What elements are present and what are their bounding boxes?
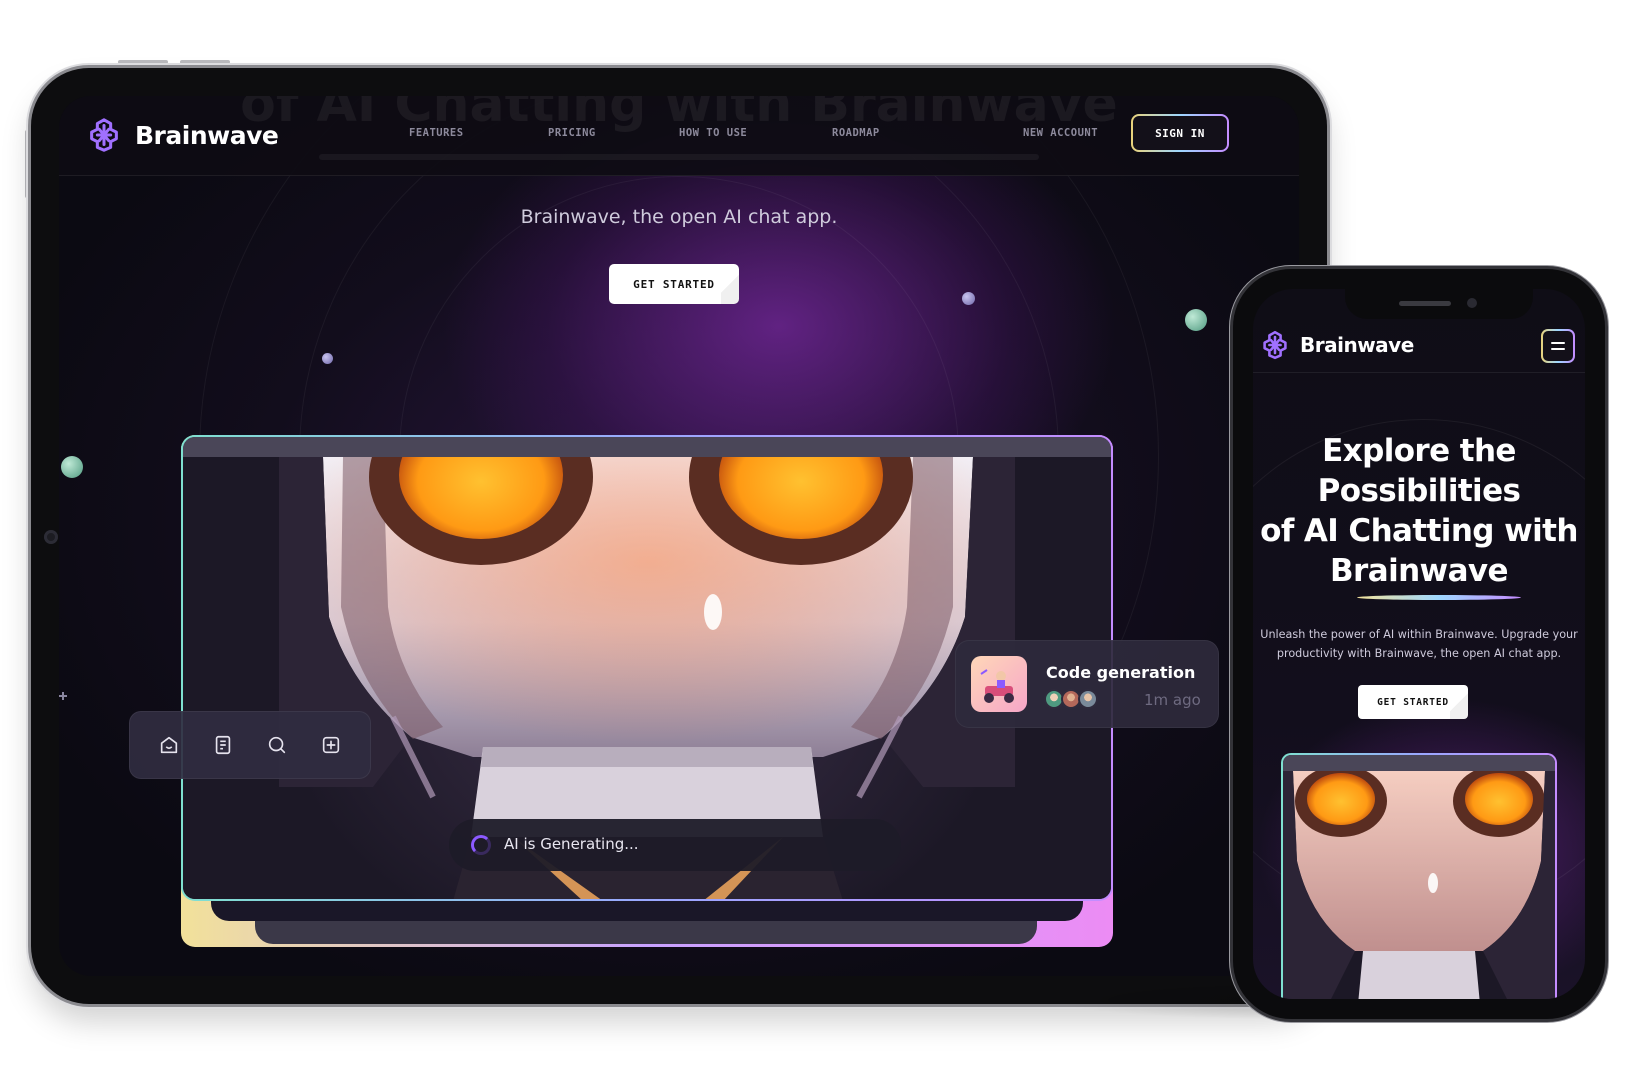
nav-link-pricing[interactable]: PRICING xyxy=(548,127,596,139)
spinner-icon xyxy=(471,835,491,855)
tablet-camera xyxy=(44,530,58,544)
hero-subtitle: Brainwave, the open AI chat app. xyxy=(520,206,838,228)
plus-mark xyxy=(59,692,67,700)
phone-power-button xyxy=(1605,446,1609,532)
hamburger-line xyxy=(1551,348,1565,350)
orb-teal-left xyxy=(61,456,83,478)
code-generation-thumbnail xyxy=(971,656,1027,712)
phone-camera xyxy=(1467,298,1477,308)
title-line: Possibilities xyxy=(1317,473,1521,509)
avatar-group xyxy=(1044,689,1098,709)
icon-toolbar xyxy=(129,711,371,779)
sign-in-button[interactable]: SIGN IN xyxy=(1131,114,1229,152)
phone-hero-description: Unleash the power of AI within Brainwave… xyxy=(1259,625,1579,663)
phone-device: Brainwave Explore the Possibilities of A… xyxy=(1233,269,1605,1019)
hero-frame-topbar xyxy=(183,437,1111,457)
phone-hero-frame xyxy=(1281,753,1557,999)
tablet-top-button-1 xyxy=(118,60,168,64)
brand-name: Brainwave xyxy=(135,120,279,150)
menu-button[interactable] xyxy=(1541,329,1575,363)
code-generation-title: Code generation xyxy=(1046,663,1196,682)
description-line: Unleash the power of AI within Brainwave… xyxy=(1260,628,1578,641)
tablet-device: of AI Chatting with Brainwave Brainwave … xyxy=(31,68,1327,1004)
code-generation-card[interactable]: Code generation 1m ago xyxy=(955,640,1219,728)
brand-logo-link[interactable]: Brainwave xyxy=(85,116,279,154)
orb-lilac-right xyxy=(962,292,975,305)
tablet-screen: of AI Chatting with Brainwave Brainwave … xyxy=(59,96,1299,976)
avatar xyxy=(1078,689,1098,709)
document-icon[interactable] xyxy=(210,732,236,758)
phone-get-started-button[interactable]: GET STARTED xyxy=(1358,685,1468,719)
brand-logo-link[interactable]: Brainwave xyxy=(1259,329,1414,361)
home-icon[interactable] xyxy=(156,732,182,758)
title-underline xyxy=(1357,595,1521,600)
phone-speaker xyxy=(1399,301,1451,306)
nav-link-features[interactable]: FEATURES xyxy=(409,127,464,139)
robot-image xyxy=(1283,771,1555,999)
nav-link-how-to-use[interactable]: HOW TO USE xyxy=(679,127,747,139)
ai-generating-text: AI is Generating... xyxy=(504,835,639,853)
nav-link-roadmap[interactable]: ROADMAP xyxy=(832,127,880,139)
get-started-button[interactable]: GET STARTED xyxy=(609,264,739,304)
add-square-icon[interactable] xyxy=(318,732,344,758)
phone-hero-frame-topbar xyxy=(1283,755,1555,771)
phone-navbar: Brainwave xyxy=(1253,317,1585,373)
orb-teal-right xyxy=(1185,309,1207,331)
code-generation-time: 1m ago xyxy=(1144,691,1201,709)
title-line: of AI Chatting with xyxy=(1260,513,1578,549)
nav-link-new-account[interactable]: NEW ACCOUNT xyxy=(1023,127,1098,139)
brain-logo-icon xyxy=(90,118,118,152)
phone-hero-title: Explore the Possibilities of AI Chatting… xyxy=(1253,431,1585,591)
title-line: Brainwave xyxy=(1330,553,1509,589)
description-line: productivity with Brainwave, the open AI… xyxy=(1276,647,1562,660)
tablet-top-button-2 xyxy=(180,60,230,64)
brain-logo-icon xyxy=(1263,330,1287,360)
tablet-side-button xyxy=(25,130,29,198)
search-icon[interactable] xyxy=(264,732,290,758)
phone-notch xyxy=(1345,289,1533,319)
orb-lilac-left xyxy=(322,353,333,364)
tablet-navbar: of AI Chatting with Brainwave Brainwave … xyxy=(59,96,1299,176)
ghost-subtitle xyxy=(319,154,1039,160)
phone-screen: Brainwave Explore the Possibilities of A… xyxy=(1253,289,1585,999)
hamburger-line xyxy=(1551,342,1565,344)
ai-generating-pill: AI is Generating... xyxy=(449,819,901,871)
brand-name: Brainwave xyxy=(1300,333,1414,357)
title-line: Explore the xyxy=(1322,433,1516,469)
